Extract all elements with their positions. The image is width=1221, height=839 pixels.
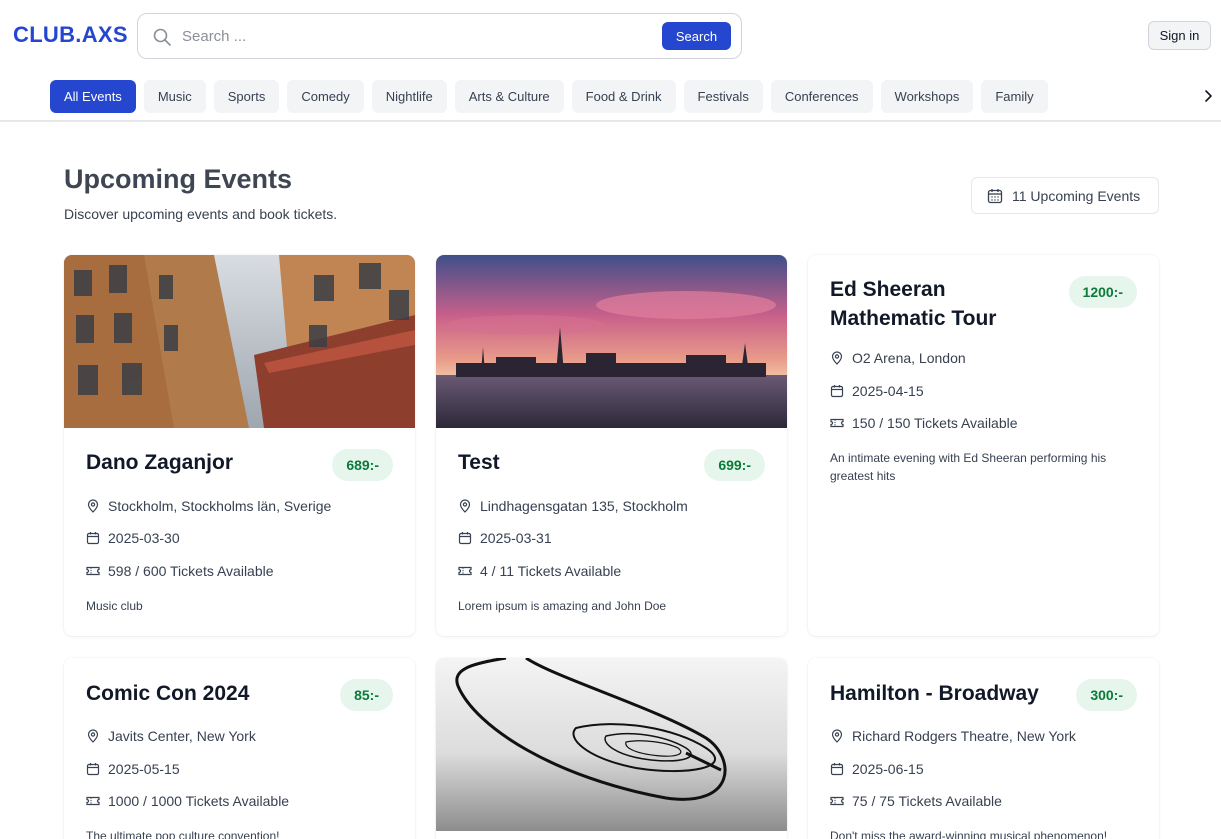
map-pin-icon [87,729,99,743]
calendar-icon [830,385,844,398]
date-text: 2025-06-15 [852,761,924,777]
calendar-icon [86,763,100,776]
event-title[interactable]: Test [458,448,688,477]
ticket-icon [830,796,844,806]
date-text: 2025-03-30 [108,530,180,546]
tickets-text: 75 / 75 Tickets Available [852,793,1002,809]
event-tickets: 150 / 150 Tickets Available [830,415,1018,431]
event-date: 2025-03-30 [86,530,180,546]
event-description: Don't miss the award-winning musical phe… [830,829,1108,839]
category-tab[interactable]: Family [981,80,1048,113]
category-tab[interactable]: Arts & Culture [454,80,564,113]
event-location: O2 Arena, London [830,350,966,366]
category-tab[interactable]: Music [143,80,206,113]
map-pin-icon [831,351,843,365]
event-card[interactable]: Test 699:- Lindhagensgatan 135, Stockhol… [436,255,787,636]
event-tickets: 75 / 75 Tickets Available [830,793,1002,809]
search-bar: Search [137,13,742,59]
event-date: 2025-04-15 [830,383,924,399]
map-pin-icon [459,499,471,513]
event-image [436,658,787,831]
page-subtitle: Discover upcoming events and book ticket… [64,206,338,222]
sign-in-button[interactable]: Sign in [1148,21,1211,50]
event-description: The ultimate pop culture convention! [86,829,280,839]
ticket-icon [458,566,472,576]
event-location: Lindhagensgatan 135, Stockholm [458,498,688,514]
event-date: 2025-03-31 [458,530,552,546]
location-text: Richard Rodgers Theatre, New York [852,728,1076,744]
price-badge: 1200:- [1068,276,1137,308]
date-text: 2025-05-15 [108,761,180,777]
location-text: O2 Arena, London [852,350,966,366]
event-tickets: 1000 / 1000 Tickets Available [86,793,289,809]
price-badge: 699:- [704,449,765,481]
category-tab[interactable]: Festivals [683,80,763,113]
date-text: 2025-04-15 [852,383,924,399]
calendar-icon [458,532,472,545]
top-navbar: CLUB.AXS Search Sign in All EventsMusicS… [0,0,1221,122]
event-title[interactable]: Hamilton - Broadway [830,679,1070,708]
location-text: Stockholm, Stockholms län, Sverige [108,498,332,514]
event-card[interactable]: Hamilton - Broadway 300:- Richard Rodger… [808,658,1159,839]
event-card[interactable]: Comic Con 2024 85:- Javits Center, New Y… [64,658,415,839]
tickets-text: 150 / 150 Tickets Available [852,415,1018,431]
tickets-text: 4 / 11 Tickets Available [480,563,622,579]
events-count-label: 11 Upcoming Events [1012,187,1141,204]
category-tabs: All Events Music Sports Comedy Nightlife Arts… [50,80,1048,113]
calendar-icon [830,763,844,776]
chevron-right-icon[interactable] [1200,88,1216,104]
category-tab[interactable]: Conferences [770,80,873,113]
event-description: An intimate evening with Ed Sheeran perf… [830,451,1107,483]
search-button[interactable]: Search [662,22,731,50]
map-pin-icon [831,729,843,743]
category-tab[interactable]: Workshops [880,80,974,113]
calendar-icon [987,188,1003,203]
event-card[interactable]: Dano Zaganjor 689:- Stockholm, Stockholm… [64,255,415,636]
category-tab[interactable]: Comedy [287,80,364,113]
ticket-icon [86,796,100,806]
category-tab[interactable]: Nightlife [371,80,447,113]
event-location: Richard Rodgers Theatre, New York [830,728,1076,744]
price-badge: 689:- [332,449,393,481]
event-date: 2025-05-15 [86,761,180,777]
price-badge: 85:- [340,679,393,711]
event-title[interactable]: Ed Sheeran Mathematic Tour [830,275,1060,333]
category-tab[interactable]: Sports [213,80,280,113]
event-card[interactable] [436,658,787,839]
event-date: 2025-06-15 [830,761,924,777]
event-description: Music club [86,599,143,613]
ticket-icon [830,418,844,428]
location-text: Lindhagensgatan 135, Stockholm [480,498,688,514]
event-tickets: 4 / 11 Tickets Available [458,563,621,579]
ticket-icon [86,566,100,576]
brand-logo[interactable]: CLUB.AXS [13,22,128,48]
event-image [64,255,415,428]
event-image [436,255,787,428]
search-input[interactable] [182,22,652,50]
date-text: 2025-03-31 [480,530,552,546]
location-text: Javits Center, New York [108,728,256,744]
events-count-badge: 11 Upcoming Events [971,177,1159,214]
search-icon [153,28,171,46]
event-location: Javits Center, New York [86,728,256,744]
category-tab[interactable]: Food & Drink [571,80,676,113]
tickets-text: 1000 / 1000 Tickets Available [108,793,290,809]
event-title[interactable]: Comic Con 2024 [86,679,316,708]
category-tab[interactable]: All Events [50,80,136,113]
event-tickets: 598 / 600 Tickets Available [86,563,274,579]
tickets-text: 598 / 600 Tickets Available [108,563,274,579]
event-location: Stockholm, Stockholms län, Sverige [86,498,331,514]
page-title: Upcoming Events [64,164,293,194]
event-description: Lorem ipsum is amazing and John Doe [458,599,667,613]
calendar-icon [86,532,100,545]
map-pin-icon [87,499,99,513]
event-title[interactable]: Dano Zaganjor [86,448,316,477]
event-card[interactable]: Ed Sheeran Mathematic Tour 1200:- O2 Are… [808,255,1159,636]
price-badge: 300:- [1076,679,1137,711]
